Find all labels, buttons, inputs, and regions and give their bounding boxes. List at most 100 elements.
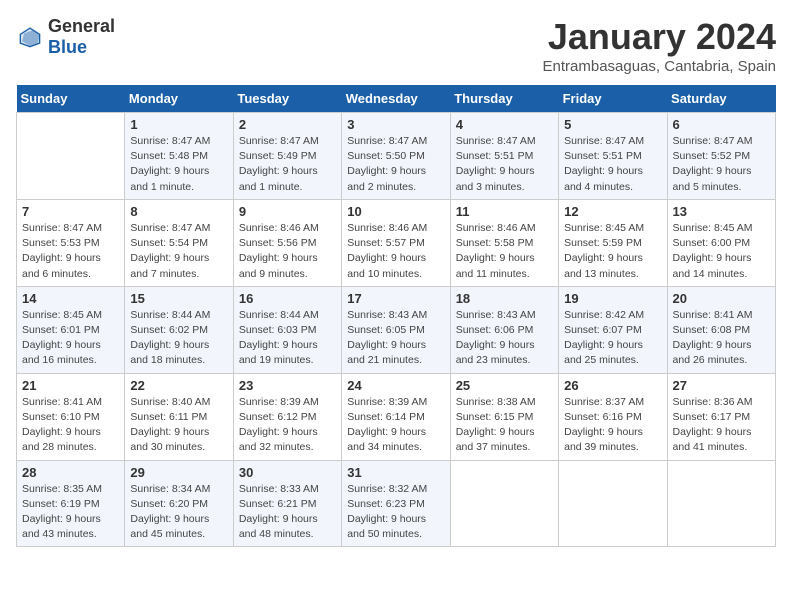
day-number: 8 — [130, 204, 227, 219]
calendar-cell: 20Sunrise: 8:41 AM Sunset: 6:08 PM Dayli… — [667, 286, 775, 373]
day-info: Sunrise: 8:39 AM Sunset: 6:14 PM Dayligh… — [347, 395, 444, 456]
day-number: 25 — [456, 378, 553, 393]
day-number: 5 — [564, 117, 661, 132]
calendar-week-row: 7 Sunrise: 8:47 AM Sunset: 5:53 PM Daylig… — [17, 199, 776, 286]
day-number: 2 — [239, 117, 336, 132]
calendar-cell: 24 Sunrise: 8:39 AM Sunset: 6:14 PM Dayli… — [342, 373, 450, 460]
day-info: Sunrise: 8:47 AM Sunset: 5:48 PM Dayligh… — [130, 134, 227, 195]
day-info: Sunrise: 8:47 AM Sunset: 5:52 PM Dayligh… — [673, 134, 770, 195]
calendar-cell: 13 Sunrise: 8:45 AM Sunset: 6:00 PM Dayli… — [667, 199, 775, 286]
day-number: 4 — [456, 117, 553, 132]
day-number: 1 — [130, 117, 227, 132]
day-info: Sunrise: 8:35 AM Sunset: 6:19 PM Dayligh… — [22, 482, 119, 543]
day-number: 9 — [239, 204, 336, 219]
calendar-cell: 7 Sunrise: 8:47 AM Sunset: 5:53 PM Daylig… — [17, 199, 125, 286]
day-info: Sunrise: 8:37 AM Sunset: 6:16 PM Dayligh… — [564, 395, 661, 456]
calendar-cell: 30 Sunrise: 8:33 AM Sunset: 6:21 PM Dayli… — [233, 460, 341, 547]
calendar-cell: 2Sunrise: 8:47 AM Sunset: 5:49 PM Daylig… — [233, 113, 341, 200]
day-number: 16 — [239, 291, 336, 306]
weekday-header-row: SundayMondayTuesdayWednesdayThursdayFrid… — [17, 85, 776, 113]
calendar-cell: 4 Sunrise: 8:47 AM Sunset: 5:51 PM Daylig… — [450, 113, 558, 200]
logo-text: General Blue — [48, 16, 115, 58]
day-info: Sunrise: 8:47 AM Sunset: 5:50 PM Dayligh… — [347, 134, 444, 195]
day-info: Sunrise: 8:47 AM Sunset: 5:51 PM Dayligh… — [456, 134, 553, 195]
day-number: 13 — [673, 204, 770, 219]
calendar-cell — [450, 460, 558, 547]
day-number: 30 — [239, 465, 336, 480]
calendar-cell: 23 Sunrise: 8:39 AM Sunset: 6:12 PM Dayli… — [233, 373, 341, 460]
calendar-cell — [559, 460, 667, 547]
calendar-cell: 15 Sunrise: 8:44 AM Sunset: 6:02 PM Dayli… — [125, 286, 233, 373]
day-number: 31 — [347, 465, 444, 480]
day-number: 29 — [130, 465, 227, 480]
day-number: 20 — [673, 291, 770, 306]
month-title: January 2024 — [543, 16, 776, 58]
calendar-cell: 12 Sunrise: 8:45 AM Sunset: 5:59 PM Dayli… — [559, 199, 667, 286]
calendar-cell: 17 Sunrise: 8:43 AM Sunset: 6:05 PM Dayli… — [342, 286, 450, 373]
calendar-cell: 9 Sunrise: 8:46 AM Sunset: 5:56 PM Daylig… — [233, 199, 341, 286]
calendar-table: SundayMondayTuesdayWednesdayThursdayFrid… — [16, 85, 776, 547]
calendar-cell: 14Sunrise: 8:45 AM Sunset: 6:01 PM Dayli… — [17, 286, 125, 373]
day-number: 7 — [22, 204, 119, 219]
day-info: Sunrise: 8:43 AM Sunset: 6:05 PM Dayligh… — [347, 308, 444, 369]
calendar-cell: 8Sunrise: 8:47 AM Sunset: 5:54 PM Daylig… — [125, 199, 233, 286]
day-info: Sunrise: 8:46 AM Sunset: 5:56 PM Dayligh… — [239, 221, 336, 282]
day-number: 23 — [239, 378, 336, 393]
calendar-week-row: 21Sunrise: 8:41 AM Sunset: 6:10 PM Dayli… — [17, 373, 776, 460]
day-info: Sunrise: 8:45 AM Sunset: 6:01 PM Dayligh… — [22, 308, 119, 369]
page-header: General Blue January 2024 Entrambasaguas… — [16, 16, 776, 75]
weekday-header-saturday: Saturday — [667, 85, 775, 113]
day-number: 12 — [564, 204, 661, 219]
weekday-header-tuesday: Tuesday — [233, 85, 341, 113]
day-number: 6 — [673, 117, 770, 132]
calendar-week-row: 1 Sunrise: 8:47 AM Sunset: 5:48 PM Daylig… — [17, 113, 776, 200]
logo-icon — [16, 23, 44, 51]
title-area: January 2024 Entrambasaguas, Cantabria, … — [543, 16, 776, 75]
day-info: Sunrise: 8:34 AM Sunset: 6:20 PM Dayligh… — [130, 482, 227, 543]
weekday-header-thursday: Thursday — [450, 85, 558, 113]
day-info: Sunrise: 8:45 AM Sunset: 6:00 PM Dayligh… — [673, 221, 770, 282]
day-number: 11 — [456, 204, 553, 219]
day-info: Sunrise: 8:43 AM Sunset: 6:06 PM Dayligh… — [456, 308, 553, 369]
day-info: Sunrise: 8:33 AM Sunset: 6:21 PM Dayligh… — [239, 482, 336, 543]
day-number: 15 — [130, 291, 227, 306]
day-info: Sunrise: 8:36 AM Sunset: 6:17 PM Dayligh… — [673, 395, 770, 456]
day-info: Sunrise: 8:46 AM Sunset: 5:58 PM Dayligh… — [456, 221, 553, 282]
day-info: Sunrise: 8:45 AM Sunset: 5:59 PM Dayligh… — [564, 221, 661, 282]
calendar-cell: 6 Sunrise: 8:47 AM Sunset: 5:52 PM Daylig… — [667, 113, 775, 200]
day-number: 10 — [347, 204, 444, 219]
day-info: Sunrise: 8:47 AM Sunset: 5:51 PM Dayligh… — [564, 134, 661, 195]
calendar-cell: 19Sunrise: 8:42 AM Sunset: 6:07 PM Dayli… — [559, 286, 667, 373]
calendar-cell: 21Sunrise: 8:41 AM Sunset: 6:10 PM Dayli… — [17, 373, 125, 460]
calendar-cell: 18 Sunrise: 8:43 AM Sunset: 6:06 PM Dayli… — [450, 286, 558, 373]
calendar-cell: 31Sunrise: 8:32 AM Sunset: 6:23 PM Dayli… — [342, 460, 450, 547]
calendar-cell: 28Sunrise: 8:35 AM Sunset: 6:19 PM Dayli… — [17, 460, 125, 547]
day-number: 19 — [564, 291, 661, 306]
weekday-header-friday: Friday — [559, 85, 667, 113]
day-info: Sunrise: 8:44 AM Sunset: 6:02 PM Dayligh… — [130, 308, 227, 369]
day-number: 21 — [22, 378, 119, 393]
weekday-header-monday: Monday — [125, 85, 233, 113]
day-info: Sunrise: 8:39 AM Sunset: 6:12 PM Dayligh… — [239, 395, 336, 456]
calendar-week-row: 14Sunrise: 8:45 AM Sunset: 6:01 PM Dayli… — [17, 286, 776, 373]
calendar-cell: 22 Sunrise: 8:40 AM Sunset: 6:11 PM Dayli… — [125, 373, 233, 460]
calendar-cell — [17, 113, 125, 200]
day-number: 18 — [456, 291, 553, 306]
day-info: Sunrise: 8:46 AM Sunset: 5:57 PM Dayligh… — [347, 221, 444, 282]
calendar-cell: 11 Sunrise: 8:46 AM Sunset: 5:58 PM Dayli… — [450, 199, 558, 286]
location-subtitle: Entrambasaguas, Cantabria, Spain — [543, 58, 776, 75]
day-number: 22 — [130, 378, 227, 393]
day-number: 26 — [564, 378, 661, 393]
day-number: 17 — [347, 291, 444, 306]
weekday-header-sunday: Sunday — [17, 85, 125, 113]
calendar-cell: 27Sunrise: 8:36 AM Sunset: 6:17 PM Dayli… — [667, 373, 775, 460]
day-number: 24 — [347, 378, 444, 393]
day-info: Sunrise: 8:40 AM Sunset: 6:11 PM Dayligh… — [130, 395, 227, 456]
calendar-cell — [667, 460, 775, 547]
logo: General Blue — [16, 16, 115, 58]
calendar-cell: 25Sunrise: 8:38 AM Sunset: 6:15 PM Dayli… — [450, 373, 558, 460]
calendar-cell: 10 Sunrise: 8:46 AM Sunset: 5:57 PM Dayli… — [342, 199, 450, 286]
calendar-cell: 1 Sunrise: 8:47 AM Sunset: 5:48 PM Daylig… — [125, 113, 233, 200]
day-info: Sunrise: 8:47 AM Sunset: 5:53 PM Dayligh… — [22, 221, 119, 282]
day-info: Sunrise: 8:44 AM Sunset: 6:03 PM Dayligh… — [239, 308, 336, 369]
